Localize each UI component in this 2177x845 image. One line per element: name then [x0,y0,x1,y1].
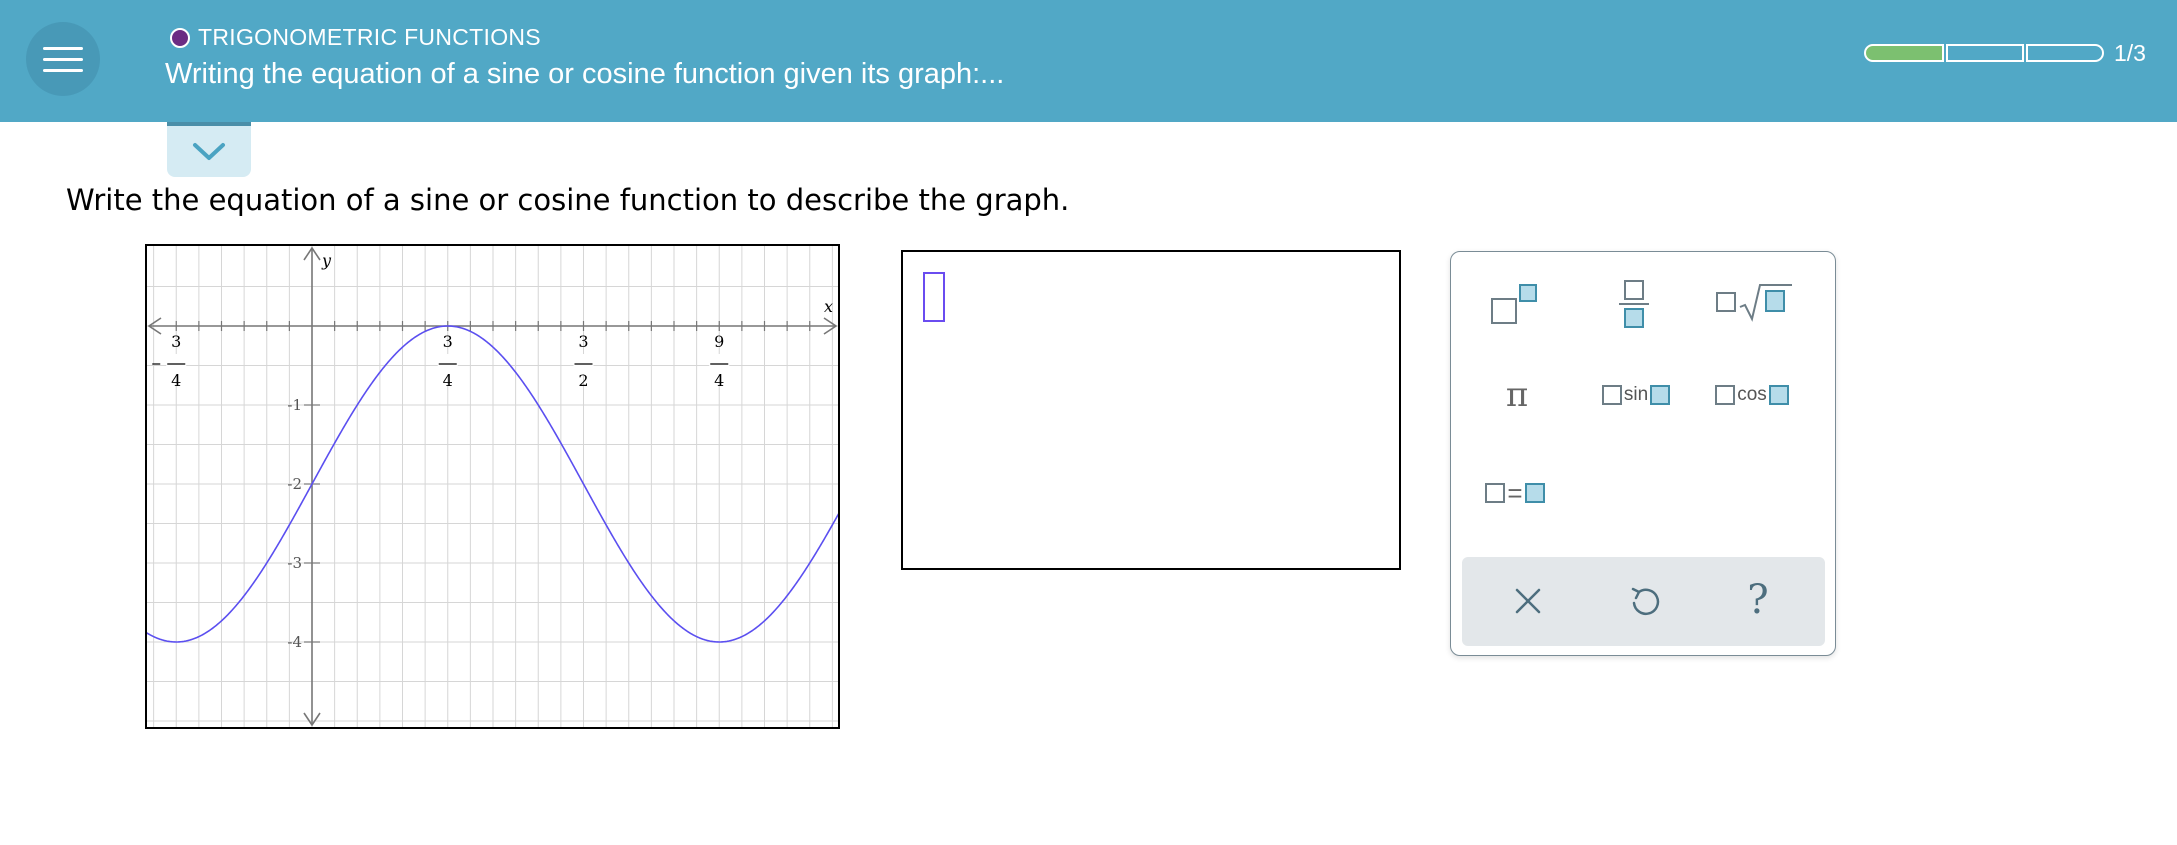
x-tick-label: 32 [573,332,594,390]
x-tick-label: 34 [152,332,187,390]
exponent-key[interactable] [1479,278,1549,328]
y-tick-label: -3 [287,554,302,572]
sin-label: sin [1623,384,1649,405]
keypad-action-bar: ? [1462,557,1825,646]
x-tick-numerator: 3 [443,332,453,351]
help-button[interactable]: ? [1732,571,1784,629]
cos-key[interactable]: cos [1707,370,1797,420]
equals-symbol: = [1507,477,1523,508]
menu-button[interactable] [26,22,100,96]
pi-key[interactable]: π [1491,370,1543,420]
menu-icon-line [43,68,83,72]
expand-header-button[interactable] [167,122,251,177]
math-keypad: π sin cos = ? [1450,251,1836,656]
sine-graph: 343432943154 -1-2-3-4 x y [145,244,840,729]
answer-input[interactable] [901,250,1401,570]
y-axis-label: y [321,251,332,270]
sin-key[interactable]: sin [1591,370,1681,420]
y-tick-label: -1 [287,396,302,414]
x-tick-label: 94 [709,332,730,390]
undo-icon [1631,587,1660,616]
topic-dot-icon [170,27,190,48]
numerator-box-icon [1624,280,1644,300]
base-box-icon [1491,298,1517,324]
nth-root-key[interactable] [1709,274,1799,330]
cos-input-box-icon [1768,385,1789,405]
undo-button[interactable] [1618,575,1670,627]
sin-arg-box-icon [1601,385,1622,405]
x-tick-labels: 343432943154 [152,332,730,390]
progress-label: 1/3 [2114,40,2146,66]
rhs-box-icon [1524,483,1545,503]
input-cursor [923,272,945,322]
x-tick-denominator: 4 [171,371,181,390]
pi-symbol: π [1505,375,1529,415]
denominator-box-icon [1624,308,1644,328]
x-tick-numerator: 3 [171,332,181,351]
exponent-box-icon [1519,284,1537,302]
progress-segment [2026,44,2104,62]
clear-button[interactable] [1502,575,1554,627]
lhs-box-icon [1485,483,1506,503]
help-icon: ? [1747,577,1769,623]
graph-grid [145,244,840,729]
x-tick-denominator: 4 [443,371,453,390]
fraction-bar-icon [1619,303,1649,305]
root-icon [1716,284,1792,322]
x-tick-numerator: 3 [578,332,588,351]
close-icon [1515,588,1541,614]
cos-arg-box-icon [1715,385,1736,405]
progress-bar [1864,44,2104,62]
x-tick-numerator: 9 [714,332,724,351]
sin-input-box-icon [1650,385,1671,405]
question-prompt: Write the equation of a sine or cosine f… [66,183,1070,217]
topic-label: TRIGONOMETRIC FUNCTIONS [198,24,541,50]
y-tick-label: -2 [287,475,302,493]
progress-segment [1946,44,2024,62]
header-bar: TRIGONOMETRIC FUNCTIONS Writing the equa… [0,0,2177,122]
y-tick-label: -4 [287,633,302,651]
lesson-title: Writing the equation of a sine or cosine… [165,58,1005,90]
x-axis-label: x [824,297,833,316]
equals-key[interactable]: = [1475,468,1555,518]
x-tick-denominator: 2 [578,371,588,390]
chevron-down-icon [193,142,225,160]
menu-icon-line [43,57,83,61]
x-tick-label: 34 [437,332,458,390]
progress-segment-complete [1864,44,1944,62]
topic-row: TRIGONOMETRIC FUNCTIONS [170,24,541,51]
cos-label: cos [1737,384,1767,405]
fraction-key[interactable] [1599,272,1669,336]
x-tick-denominator: 4 [714,371,724,390]
menu-icon-line [43,46,83,50]
